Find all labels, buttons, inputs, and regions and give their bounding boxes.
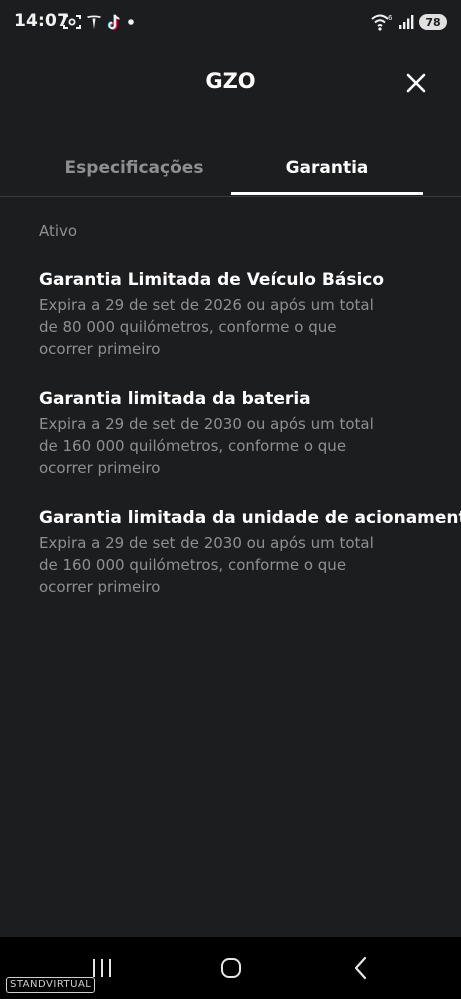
wifi-icon: 6 — [371, 14, 393, 31]
signal-icon — [399, 15, 414, 29]
battery-indicator: 78 — [419, 14, 447, 30]
watermark: STANDVIRTUAL — [6, 977, 96, 993]
page-title: GZO — [205, 69, 256, 93]
status-right-icons: 6 78 — [371, 11, 447, 33]
more-notifications-dot-icon — [128, 19, 134, 25]
system-navigation-bar: STANDVIRTUAL — [0, 937, 461, 999]
close-button[interactable] — [401, 68, 431, 98]
tesla-icon — [87, 15, 101, 29]
warranty-description: Expira a 29 de set de 2026 ou após um to… — [39, 296, 374, 358]
tab-bar: Especificações Garantia — [0, 140, 461, 197]
status-time: 14:07 — [14, 11, 70, 31]
tiktok-icon — [107, 13, 121, 30]
watermark-text: STANDVIRTUAL — [6, 977, 96, 993]
back-icon — [354, 956, 367, 980]
recent-apps-icon — [93, 959, 111, 977]
warranty-item: Garantia limitada da bateria Expira a 29… — [39, 387, 439, 479]
section-label-active: Ativo — [39, 222, 78, 240]
notification-icons — [63, 12, 135, 32]
close-icon — [406, 73, 426, 93]
warranty-title: Garantia limitada da unidade de acioname… — [39, 508, 461, 528]
warranty-description: Expira a 29 de set de 2030 ou após um to… — [39, 534, 374, 596]
active-tab-indicator — [231, 192, 423, 195]
warranty-title: Garantia limitada da bateria — [39, 389, 311, 409]
back-button[interactable] — [341, 951, 381, 985]
home-button[interactable] — [211, 951, 251, 985]
tab-specifications[interactable]: Especificações — [38, 140, 230, 196]
header: GZO — [0, 44, 461, 124]
warranty-title: Garantia Limitada de Veículo Básico — [39, 270, 385, 290]
screenshot-icon — [63, 15, 81, 29]
tab-warranty[interactable]: Garantia — [231, 140, 423, 196]
warranty-list: Ativo Garantia Limitada de Veículo Básic… — [39, 222, 461, 625]
status-bar: 14:07 6 78 — [0, 0, 461, 44]
home-icon — [221, 958, 241, 978]
warranty-description: Expira a 29 de set de 2030 ou após um to… — [39, 415, 374, 477]
warranty-item: Garantia limitada da unidade de acioname… — [39, 506, 461, 598]
warranty-item: Garantia Limitada de Veículo Básico Expi… — [39, 268, 439, 360]
wifi-badge: 6 — [388, 14, 393, 22]
